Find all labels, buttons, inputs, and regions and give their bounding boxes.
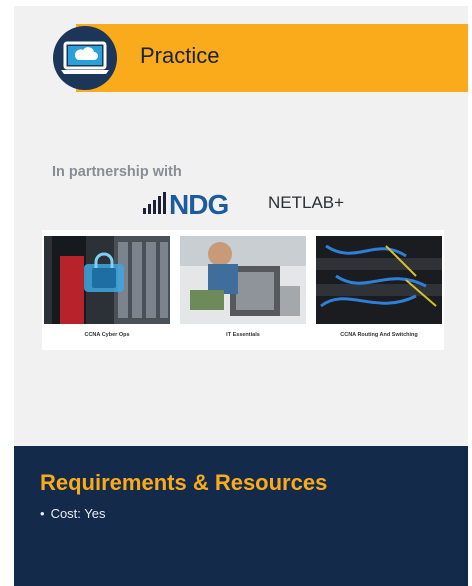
course-image-cyber-ops <box>44 236 170 324</box>
bullet-icon: • <box>40 506 45 521</box>
course-caption: CCNA Routing And Switching <box>340 332 418 338</box>
netlab-logo: NETLAB+ <box>268 193 345 212</box>
course-image-routing-switching <box>316 236 442 324</box>
course-card-routing-switching[interactable]: CCNA Routing And Switching <box>316 236 442 346</box>
requirements-item-text: Cost: Yes <box>50 506 106 521</box>
ndg-logo: NDG <box>141 189 233 220</box>
practice-card: Practice In partnership with NDG NETLAB+ <box>14 6 468 586</box>
practice-banner <box>76 24 468 92</box>
requirements-title: Requirements & Resources <box>40 470 328 495</box>
ndg-logo-text: NDG <box>169 189 229 220</box>
course-caption: CCNA Cyber Ops <box>84 332 130 338</box>
course-card-cyber-ops[interactable]: CCNA Cyber Ops <box>44 236 170 346</box>
course-image-it-essentials <box>180 236 306 324</box>
laptop-cloud-icon <box>53 26 117 90</box>
signal-bars-icon <box>143 192 166 214</box>
course-strip: CCNA Cyber Ops IT Essentials CCNA Routin… <box>42 230 444 350</box>
requirements-item: • Cost: Yes <box>40 506 106 521</box>
course-card-it-essentials[interactable]: IT Essentials <box>180 236 306 346</box>
course-caption: IT Essentials <box>226 332 260 338</box>
page-title: Practice <box>140 43 220 68</box>
partnership-label: In partnership with <box>52 164 182 180</box>
